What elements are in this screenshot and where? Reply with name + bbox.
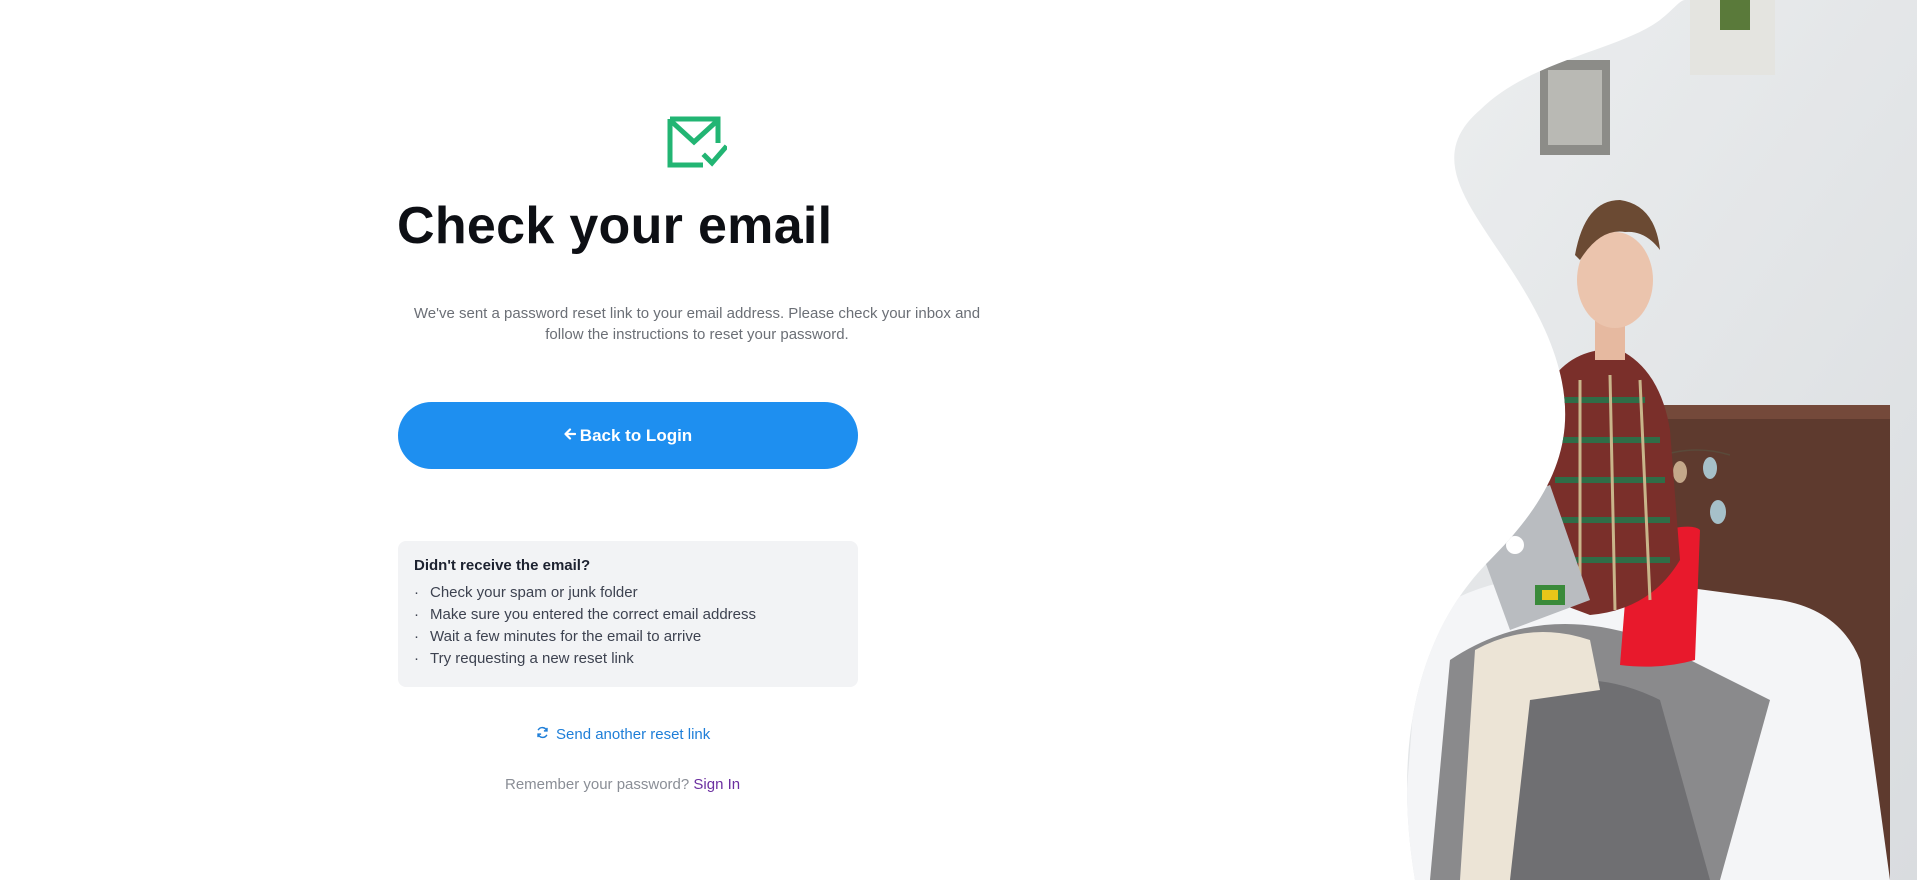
help-item-text: Check your spam or junk folder (430, 584, 638, 601)
send-another-link-label: Send another reset link (556, 726, 711, 743)
sign-in-link[interactable]: Sign In (693, 776, 740, 793)
help-box: Didn't receive the email? · Check your sp… (398, 541, 858, 687)
back-to-login-button[interactable]: Back to Login (398, 402, 858, 469)
bullet: · (414, 650, 419, 667)
help-item-text: Try requesting a new reset link (430, 650, 634, 667)
help-item-text: Make sure you entered the correct email … (430, 606, 756, 623)
back-to-login-label: Back to Login (579, 425, 693, 445)
bullet: · (414, 584, 419, 601)
bullet: · (414, 606, 419, 623)
list-item: · Make sure you entered the correct email… (414, 604, 842, 626)
bullet: · (414, 628, 419, 645)
refresh-icon (536, 726, 549, 743)
send-another-link-button[interactable]: Send another reset link (536, 726, 710, 743)
reset-confirmation-panel: Check your email We've sent a password r… (0, 0, 1300, 880)
mail-check-icon (667, 116, 729, 170)
help-list: · Check your spam or junk folder · Make su… (414, 582, 842, 670)
page-title: Check your email (397, 197, 833, 255)
help-item-text: Wait a few minutes for the email to arri… (430, 628, 702, 645)
remember-password-row: Remember your password? Sign In (505, 776, 740, 793)
list-item: · Check your spam or junk folder (414, 582, 842, 604)
list-item: · Wait a few minutes for the email to arr… (414, 626, 842, 648)
hero-image (1300, 0, 1917, 880)
help-title: Didn't receive the email? (414, 557, 591, 574)
list-item: · Try requesting a new reset link (414, 648, 842, 670)
remember-prompt: Remember your password? (505, 776, 690, 793)
arrow-left-icon (564, 427, 576, 444)
reset-message: We've sent a password reset link to your… (413, 305, 981, 343)
